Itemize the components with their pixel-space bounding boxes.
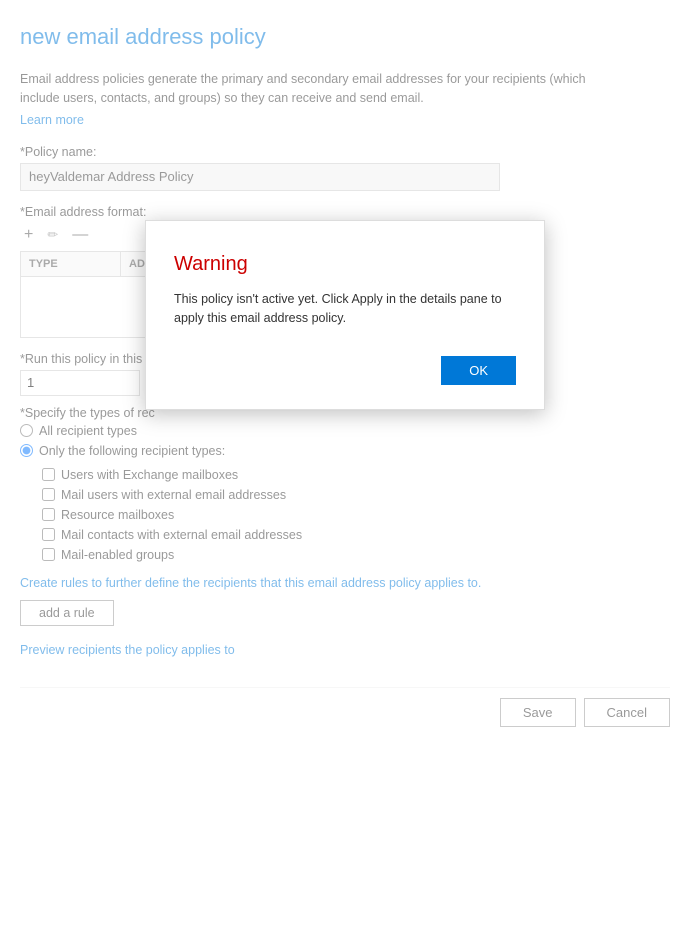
warning-modal: Warning This policy isn't active yet. Cl… — [145, 220, 545, 410]
modal-overlay: Warning This policy isn't active yet. Cl… — [0, 0, 690, 935]
modal-footer: OK — [174, 356, 516, 385]
modal-title: Warning — [174, 253, 516, 276]
modal-body: This policy isn't active yet. Click Appl… — [174, 290, 516, 328]
modal-ok-button[interactable]: OK — [441, 356, 516, 385]
